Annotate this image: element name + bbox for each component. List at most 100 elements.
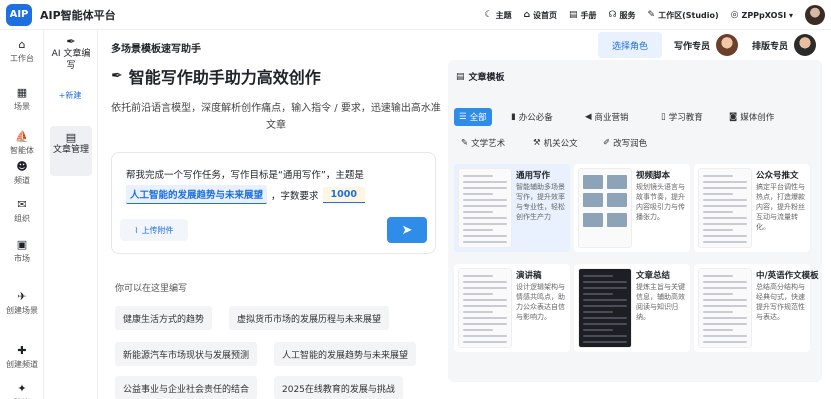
template-card-desc: 搞定平台调性与热点，打造爆款内容，提升粉丝互动与流量转化。	[756, 183, 805, 231]
thumbnail-line	[703, 305, 747, 307]
thumbnail-line	[703, 323, 747, 325]
new-article-button[interactable]: +新建	[52, 90, 88, 101]
thumbnail-line	[703, 229, 733, 231]
select-role-button[interactable]: 选择角色	[598, 32, 662, 58]
top-nav-item[interactable]: ✎ 工作区(Studio)	[648, 10, 719, 21]
suggestion-chip[interactable]: 新能源汽车市场现状与发展预测	[115, 342, 258, 366]
template-tab-label: 媒体创作	[740, 113, 775, 123]
top-nav-item[interactable]: ☾ 主题	[485, 10, 512, 21]
template-thumbnail	[698, 168, 752, 248]
sidebar-item[interactable]: ▣ 市场	[0, 238, 44, 264]
thumbnail-image	[583, 213, 603, 227]
top-nav-item[interactable]: ⌂ 设首页	[524, 10, 557, 21]
user-avatar[interactable]	[805, 5, 825, 25]
thumbnail-line	[703, 287, 747, 289]
expert-layout-label: 排版专员	[752, 41, 789, 52]
sidebar-item[interactable]: ☻ 频道	[0, 160, 44, 186]
top-nav-label: 主题	[495, 10, 512, 20]
template-card-desc: 提炼主旨与关键信息，辅助高效阅读与知识归纳。	[636, 283, 685, 321]
thumbnail-line	[463, 335, 507, 337]
template-card[interactable]: 演讲稿 设计逻辑架构与情感共鸣点，助力公众表达自信与影响力。	[454, 264, 570, 352]
prompt-editor[interactable]: 帮我完成一个写作任务，写作目标是“通用写作”，主题是 人工智能的发展趋势与未来展…	[111, 152, 436, 254]
pen-icon: ✎	[647, 10, 656, 20]
template-panel: ▤ 文章模板 ☰ 全部 ▮ 办公必备 ◀ 商业营销 ▯ 学习教育 ◙ 媒体创作 ✎ 文学艺术 ⚒ 机关公文…	[448, 60, 822, 382]
article-manage-button[interactable]: ▤ 文章管理	[50, 126, 92, 176]
hero-subtitle: 依托前沿语言模型，深度解析创作痛点，输入指令 / 要求，迅速输出高水准文章	[111, 103, 441, 131]
template-tab-label: 办公必备	[518, 113, 553, 123]
suggestion-chip[interactable]: 健康生活方式的趋势	[115, 306, 213, 330]
suggestion-chip[interactable]: 虚拟货币市场的发展历程与未来展望	[229, 306, 390, 330]
thumbnail-line	[463, 205, 507, 207]
thumbnail-line	[583, 341, 627, 343]
sidebar-item-label: 组织	[14, 214, 30, 223]
brush-icon: ✎	[461, 138, 469, 148]
template-card-desc: 设计逻辑架构与情感共鸣点，助力公众表达自信与影响力。	[516, 283, 565, 321]
expert-writer[interactable]: 写作专员	[674, 32, 739, 58]
template-tab-label: 文学艺术	[471, 139, 506, 149]
suggestion-chip[interactable]: 人工智能的发展趋势与未来展望	[274, 342, 417, 366]
template-tab[interactable]: ⚒ 机关公文	[528, 134, 583, 152]
template-tab[interactable]: ✎ 文学艺术	[456, 134, 510, 152]
thumbnail-line	[583, 293, 613, 295]
template-card[interactable]: 文章总结 提炼主旨与关键信息，辅助高效阅读与知识归纳。	[574, 264, 690, 352]
template-card-title: 中/英语作文模板	[756, 271, 819, 281]
sidebar-item[interactable]: ✉ 组织	[0, 198, 44, 224]
word-count-field[interactable]: 1000	[322, 186, 365, 203]
ai-article-writing[interactable]: ✒ AI 文章编写	[50, 36, 92, 72]
thumbnail-line	[463, 275, 493, 277]
top-nav-item[interactable]: ▤ 手册	[569, 10, 597, 21]
template-tab-label: 商业营销	[594, 113, 629, 123]
sidebar-item[interactable]: ✦建议	[0, 382, 44, 399]
sidebar-item-label: 工作台	[10, 54, 34, 63]
suggestion-chip[interactable]: 公益事业与企业社会责任的结合	[115, 376, 258, 399]
template-card-title: 公众号推文	[756, 171, 799, 181]
prompt-fields: 人工智能的发展趋势与未来展望 ，字数要求 1000	[126, 185, 365, 204]
topic-field[interactable]: 人工智能的发展趋势与未来展望	[126, 185, 268, 204]
thumbnail-line	[463, 211, 493, 213]
upload-attachment-button[interactable]: ⌇ 上传附件	[120, 219, 188, 241]
sidebar-item[interactable]: ✚ 创建频道	[0, 344, 44, 370]
template-card[interactable]: 视频脚本 规划镜头语言与故事节奏，提升内容吸引力与传播张力。	[574, 164, 690, 252]
template-tab[interactable]: ◀ 商业营销	[580, 108, 634, 126]
thumbnail-line	[703, 175, 733, 177]
top-nav-item[interactable]: ◎ ZPPpXOSI ▾	[731, 10, 793, 20]
template-card[interactable]: 通用写作 智能辅助多场景写作，提升效率与专业性，轻松创作生产力	[454, 164, 570, 252]
moon-icon: ☾	[484, 10, 493, 20]
template-tab[interactable]: ◙ 媒体创作	[724, 108, 779, 126]
suggestion-chip[interactable]: 2025在线教育的发展与挑战	[274, 376, 403, 399]
thumbnail-line	[703, 299, 747, 301]
office-icon: ▮	[511, 112, 516, 122]
create-channel-icon: ✚	[17, 344, 27, 357]
thumbnail-line	[463, 223, 507, 225]
template-tab[interactable]: ✐ 改写润色	[598, 134, 652, 152]
template-thumbnail	[578, 168, 632, 248]
template-tab[interactable]: ☰ 全部	[454, 108, 492, 126]
article-manage-label: 文章管理	[52, 145, 89, 155]
top-nav-item[interactable]: ☊ 服务	[609, 10, 636, 21]
template-card[interactable]: 中/英语作文模板 总结高分结构与经典句式，快速提升写作规范性与表达。	[694, 264, 819, 352]
thumbnail-line	[463, 311, 493, 313]
template-card[interactable]: 公众号推文搞定平台调性与热点，打造爆款内容，提升粉丝互动与流量转化。	[694, 164, 810, 252]
thumbnail-line	[703, 187, 747, 189]
sidebar-item[interactable]: ⛵ 智能体	[0, 130, 44, 156]
sidebar-item[interactable]: ▦ 场景	[0, 86, 44, 112]
expert-layout[interactable]: 排版专员	[752, 32, 817, 58]
app-title: AIP智能体平台	[40, 8, 116, 22]
document-icon: ▤	[65, 131, 77, 144]
template-tab[interactable]: ▮ 办公必备	[506, 108, 558, 126]
sidebar-item[interactable]: ✈ 创建场景	[0, 290, 44, 316]
template-tab[interactable]: ▯ 学习教育	[656, 108, 708, 126]
thumbnail-line	[463, 329, 493, 331]
top-nav: ☾ 主题 ⌂ 设首页 ▤ 手册 ☊ 服务 ✎ 工作区(Studio) ◎ ZPPpXOSI ▾	[485, 0, 825, 30]
upload-label: 上传附件	[141, 225, 174, 235]
send-button[interactable]: ➤	[387, 217, 427, 243]
sidebar-item-label: 频道	[14, 176, 30, 185]
thumbnail-line	[583, 317, 627, 319]
thumbnail-line	[583, 287, 627, 289]
template-thumbnail	[458, 268, 512, 348]
sidebar-item[interactable]: ⌂ 工作台	[0, 38, 44, 64]
book-icon: ▤	[569, 10, 578, 20]
thumbnail-line	[703, 329, 733, 331]
thumbnail-line	[703, 241, 747, 243]
app-logo[interactable]: AIP	[6, 3, 32, 26]
